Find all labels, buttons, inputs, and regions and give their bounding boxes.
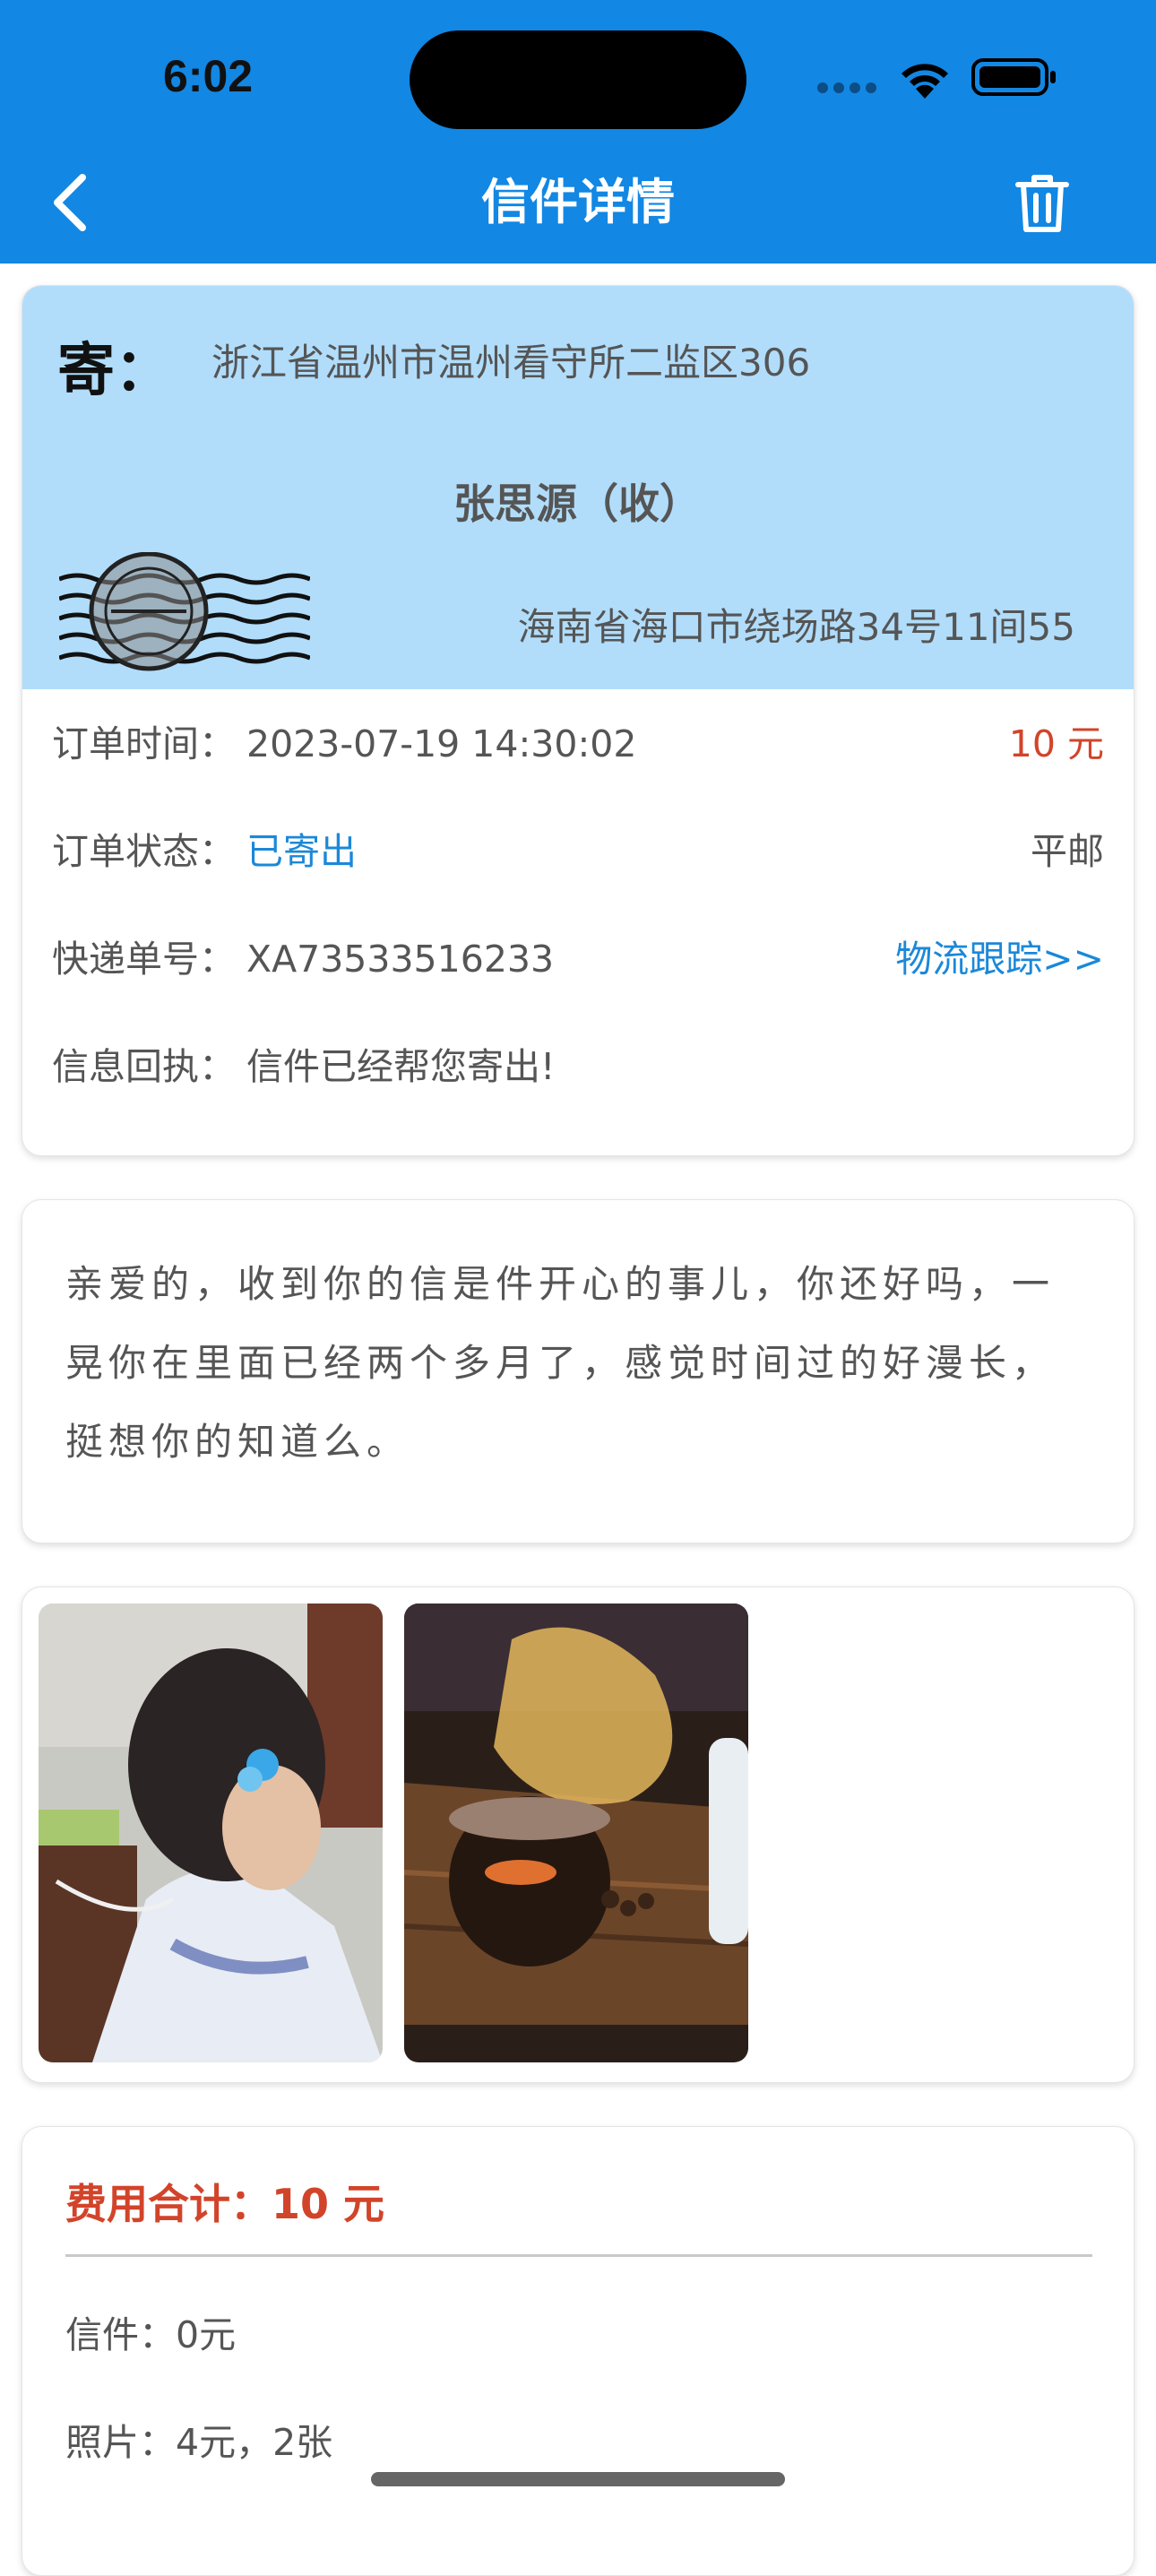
receipt-value: 信件已经帮您寄出! bbox=[246, 1045, 556, 1088]
order-time-label: 订单时间： bbox=[52, 722, 236, 765]
tracking-number: XA73533516233 bbox=[246, 938, 555, 981]
photo-thumbnail-girl[interactable] bbox=[39, 1604, 383, 2062]
order-price: 10 元 bbox=[1008, 722, 1104, 765]
receipt-row: 信息回执： 信件已经帮您寄出! bbox=[52, 1040, 1104, 1094]
wifi-icon bbox=[902, 64, 948, 99]
delete-button[interactable] bbox=[1013, 170, 1072, 235]
fee-divider bbox=[65, 2254, 1092, 2257]
order-time-value: 2023-07-19 14:30:02 bbox=[246, 722, 637, 765]
receipt-label: 信息回执： bbox=[52, 1045, 236, 1088]
fee-total-value: 10 元 bbox=[272, 2180, 385, 2228]
fee-letter-line: 信件：0元 bbox=[65, 2313, 237, 2356]
fee-total: 费用合计：10 元 bbox=[65, 2172, 384, 2231]
postmark-stamp-icon bbox=[59, 552, 310, 671]
fee-photo-line: 照片：4元，2张 bbox=[65, 2421, 333, 2464]
fee-card: 费用合计：10 元 信件：0元 照片：4元，2张 bbox=[22, 2126, 1134, 2576]
receiver-address: 海南省海口市绕场路34号11间55 bbox=[517, 605, 1075, 649]
order-time-row: 订单时间： 2023-07-19 14:30:02 10 元 bbox=[52, 717, 1104, 771]
status-time: 6:02 bbox=[163, 51, 254, 101]
tracking-label: 快递单号： bbox=[52, 938, 236, 981]
battery-icon bbox=[971, 58, 1056, 96]
order-status-value: 已寄出 bbox=[246, 830, 357, 873]
photo-thumbnail-drink[interactable] bbox=[404, 1604, 748, 2062]
message-text: 亲爱的，收到你的信是件开心的事儿，你还好吗，一晃你在里面已经两个多月了，感觉时间… bbox=[65, 1262, 1056, 1464]
cellular-signal-icon bbox=[817, 82, 880, 95]
home-indicator bbox=[371, 2472, 785, 2486]
sender-label: 寄： bbox=[57, 338, 172, 404]
order-status-label: 订单状态： bbox=[52, 830, 236, 873]
page-title: 信件详情 bbox=[481, 174, 675, 230]
message-card: 亲爱的，收到你的信是件开心的事儿，你还好吗，一晃你在里面已经两个多月了，感觉时间… bbox=[22, 1199, 1134, 1543]
navigation-header: 6:02 信件详情 bbox=[0, 0, 1156, 264]
order-status-row: 订单状态： 已寄出 平邮 bbox=[52, 825, 1104, 878]
tracking-link[interactable]: 物流跟踪>> bbox=[895, 932, 1104, 986]
mail-type: 平邮 bbox=[1031, 830, 1104, 873]
sender-address: 浙江省温州市温州看守所二监区306 bbox=[211, 341, 811, 385]
receiver-name: 张思源（收） bbox=[453, 480, 701, 528]
fee-total-label: 费用合计： bbox=[65, 2180, 272, 2228]
tracking-row: 快递单号： XA73533516233 物流跟踪>> bbox=[52, 932, 1104, 986]
photos-card bbox=[22, 1586, 1134, 2083]
dynamic-island bbox=[410, 30, 746, 129]
